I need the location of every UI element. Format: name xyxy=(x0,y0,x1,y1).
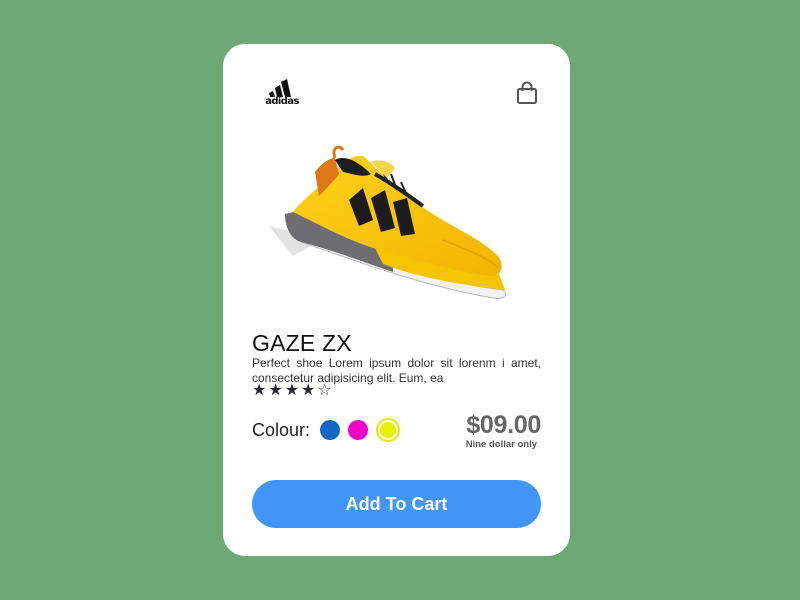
shopping-bag-icon[interactable] xyxy=(516,81,538,105)
star-outline-icon: ☆ xyxy=(317,382,332,399)
star-icon: ★ xyxy=(301,382,316,399)
colour-selector: Colour: xyxy=(252,418,401,442)
product-title: GAZE ZX xyxy=(252,330,352,356)
star-icon: ★ xyxy=(268,382,283,399)
colour-swatch-magenta[interactable] xyxy=(348,420,369,440)
price-note: Nine dollar only xyxy=(465,439,537,450)
colour-swatch-yellow-fill xyxy=(380,422,397,438)
colour-swatch-yellow[interactable] xyxy=(376,418,401,442)
brand-name: adidas xyxy=(265,96,299,107)
product-price: $09.00 xyxy=(466,411,541,439)
product-image xyxy=(263,144,525,314)
product-card: adidas GAZE ZX Perfect shoe Lorem ipsum … xyxy=(223,44,570,556)
rating-stars: ★ ★ ★ ★ ☆ xyxy=(252,382,332,400)
star-icon: ★ xyxy=(252,382,267,399)
add-to-cart-button[interactable]: Add To Cart xyxy=(252,480,541,528)
product-description: Perfect shoe Lorem ipsum dolor sit loren… xyxy=(252,356,541,385)
adidas-logo-icon: adidas xyxy=(263,79,301,107)
colour-label: Colour: xyxy=(252,419,311,440)
colour-swatch-blue[interactable] xyxy=(320,420,341,440)
star-icon: ★ xyxy=(284,382,300,399)
